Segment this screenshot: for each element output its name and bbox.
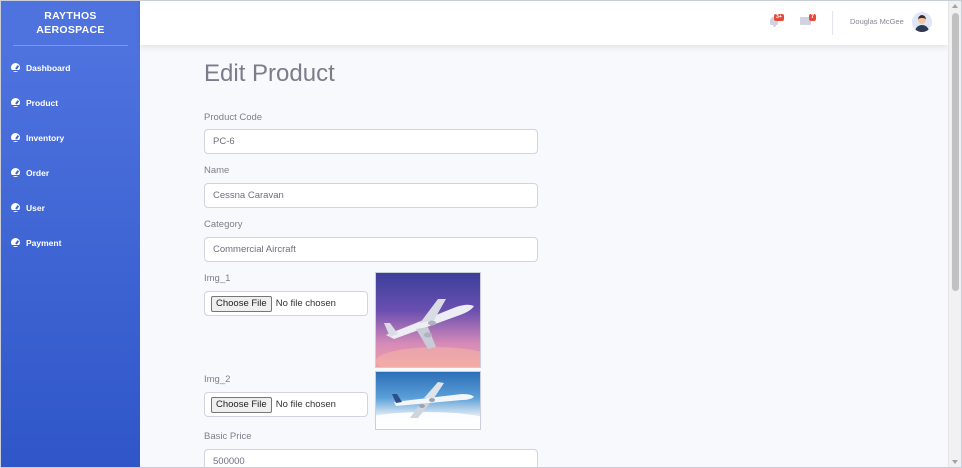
category-label: Category (204, 219, 243, 230)
sidebar-item-user[interactable]: User (1, 190, 140, 225)
product-code-label: Product Code (204, 112, 263, 123)
img1-label: Img_1 (204, 273, 231, 284)
page-scrollbar[interactable] (948, 1, 961, 467)
img2-label: Img_2 (204, 374, 231, 385)
name-label: Name (204, 165, 230, 176)
sidebar-item-label: User (26, 202, 45, 213)
basic-price-input[interactable]: 500000 (204, 449, 538, 468)
avatar-head (918, 15, 926, 24)
img2-preview (375, 371, 481, 430)
sidebar-divider (13, 45, 128, 46)
img2-file-input[interactable]: Choose File No file chosen (204, 392, 368, 417)
product-code-input[interactable]: PC-6 (204, 129, 538, 154)
tachometer-icon (11, 168, 20, 177)
img2-file-status: No file chosen (275, 399, 336, 410)
sidebar-item-payment[interactable]: Payment (1, 225, 140, 260)
window-frame (0, 0, 962, 468)
name-input[interactable]: Cessna Caravan (204, 183, 538, 208)
img1-preview (375, 272, 481, 368)
user-name[interactable]: Douglas McGee (850, 17, 904, 26)
scroll-down-arrow-icon[interactable] (952, 460, 958, 464)
user-avatar[interactable] (912, 12, 932, 32)
brand-line1: RAYTHOS (44, 10, 97, 22)
img1-file-status: No file chosen (275, 298, 336, 309)
category-input[interactable]: Commercial Aircraft (204, 237, 538, 262)
topbar: 3+ 7 Douglas McGee (140, 1, 948, 45)
alerts-counter-badge: 3+ (774, 14, 784, 21)
topbar-divider (832, 11, 833, 35)
bell-clapper (772, 25, 776, 27)
sidebar-item-label: Payment (26, 237, 62, 248)
sidebar-item-inventory[interactable]: Inventory (1, 120, 140, 155)
scroll-up-arrow-icon[interactable] (952, 4, 958, 8)
avatar-body (915, 25, 929, 32)
sidebar-item-label: Dashboard (26, 62, 71, 73)
img1-choose-file-button[interactable]: Choose File (211, 295, 272, 312)
tachometer-icon (11, 98, 20, 107)
tachometer-icon (11, 203, 20, 212)
messages-counter-badge: 7 (809, 14, 816, 21)
sidebar-item-dashboard[interactable]: Dashboard (1, 50, 140, 85)
img1-file-input[interactable]: Choose File No file chosen (204, 291, 368, 316)
sidebar-item-label: Product (26, 97, 59, 108)
basic-price-label: Basic Price (204, 431, 252, 442)
tachometer-icon (11, 63, 20, 72)
sidebar-nav: Dashboard Product Inventory Order User P… (1, 50, 140, 260)
airplane-icon (376, 382, 480, 429)
tachometer-icon (11, 133, 20, 142)
sidebar-item-label: Inventory (26, 132, 65, 143)
airplane-icon (376, 299, 480, 367)
sidebar-item-product[interactable]: Product (1, 85, 140, 120)
sidebar: RAYTHOS AEROSPACE Dashboard Product Inve… (1, 1, 140, 467)
sidebar-item-label: Order (26, 167, 50, 178)
img2-choose-file-button[interactable]: Choose File (211, 396, 272, 413)
tachometer-icon (11, 238, 20, 247)
page-title: Edit Product (204, 60, 335, 87)
brand-logo[interactable]: RAYTHOS AEROSPACE (1, 1, 140, 45)
sidebar-item-order[interactable]: Order (1, 155, 140, 190)
scroll-thumb[interactable] (952, 13, 959, 291)
brand-line2: AEROSPACE (36, 24, 105, 36)
